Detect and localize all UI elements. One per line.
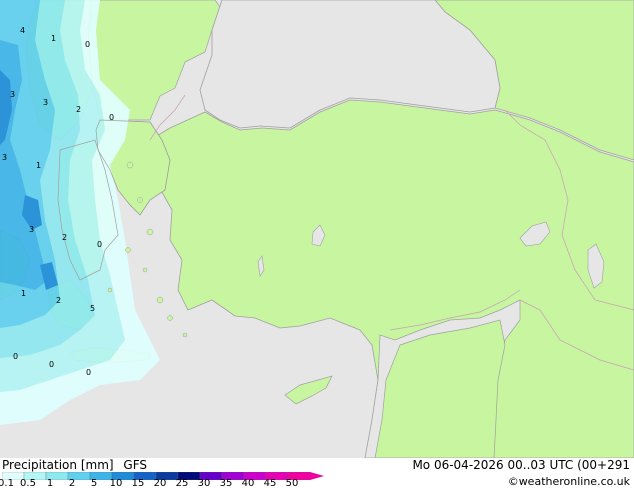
forecast-timestamp: Mo 06-04-2026 00..03 UTC (00+291 xyxy=(412,458,630,472)
scale-label: 5 xyxy=(90,478,98,489)
scale-label: 30 xyxy=(197,478,211,489)
map-label: 4 xyxy=(20,26,25,35)
map-label: 3 xyxy=(10,90,15,99)
legend-model: GFS xyxy=(123,458,147,472)
map-label: 0 xyxy=(13,352,18,361)
map-label: 3 xyxy=(29,225,34,234)
scale-label: 25 xyxy=(175,478,189,489)
map-label: 0 xyxy=(109,113,114,122)
map-label: 0 xyxy=(86,368,91,377)
map-label: 2 xyxy=(56,296,61,305)
scale-label: 20 xyxy=(153,478,167,489)
scale-label: 0.1 xyxy=(0,478,14,489)
legend-title: Precipitation [mm] xyxy=(2,458,114,472)
scale-label: 0.5 xyxy=(20,478,36,489)
legend-footer: Precipitation [mm] GFS Mo 06-04-2026 00.… xyxy=(0,458,634,490)
map-label: 3 xyxy=(2,153,7,162)
scale-label: 10 xyxy=(109,478,123,489)
scale-label: 2 xyxy=(68,478,76,489)
map-label: 1 xyxy=(51,34,56,43)
map-label: 0 xyxy=(85,40,90,49)
map-label: 1 xyxy=(36,161,41,170)
map-label: 2 xyxy=(76,105,81,114)
scale-arrow xyxy=(310,472,324,480)
map-label: 0 xyxy=(97,240,102,249)
scale-label: 35 xyxy=(219,478,233,489)
scale-label: 1 xyxy=(46,478,54,489)
site-credit[interactable]: ©weatheronline.co.uk xyxy=(508,475,630,488)
precipitation-map: 4 1 0 3 3 2 0 3 1 3 2 0 1 2 5 0 0 0 xyxy=(0,0,634,458)
map-label: 3 xyxy=(43,98,48,107)
map-label: 2 xyxy=(62,233,67,242)
map-label: 1 xyxy=(21,289,26,298)
scale-label: 15 xyxy=(131,478,145,489)
map-label: 0 xyxy=(49,360,54,369)
scale-label: 40 xyxy=(241,478,255,489)
map-label: 5 xyxy=(90,304,95,313)
scale-label: 50 xyxy=(285,478,299,489)
scale-label: 45 xyxy=(263,478,277,489)
